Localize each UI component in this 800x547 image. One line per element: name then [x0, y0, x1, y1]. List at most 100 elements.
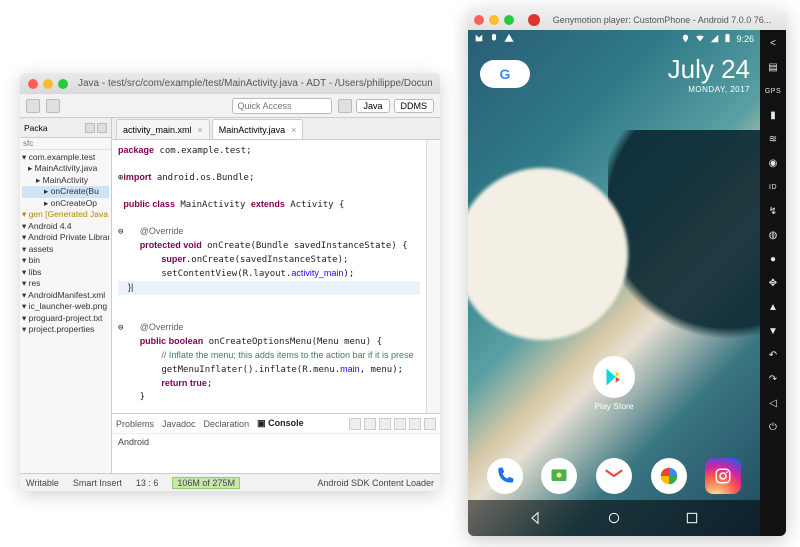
perspective-java[interactable]: Java — [356, 99, 389, 113]
tree-item[interactable]: ▸ MainActivity — [22, 175, 109, 186]
bottom-tab-console[interactable]: ▣ Console — [257, 418, 304, 429]
sidebar-wifi-button[interactable]: ≋ — [764, 130, 782, 148]
console-toolbar-icon[interactable] — [364, 418, 376, 430]
device-screen[interactable]: 9:26 July 24 MONDAY, 2017 G Play Store — [468, 30, 760, 536]
tree-item[interactable]: ▾ Android 4.4 — [22, 221, 109, 232]
zoom-window-button[interactable] — [58, 79, 68, 89]
perspective-ddms[interactable]: DDMS — [394, 99, 435, 113]
location-icon — [681, 34, 690, 45]
tree-item[interactable]: ▾ Android Private Libraries — [22, 232, 109, 243]
close-icon[interactable]: × — [291, 125, 296, 135]
tree-item[interactable]: ▾ com.example.test — [22, 152, 109, 163]
dock-app-messages[interactable] — [541, 458, 577, 494]
perspective-switcher: Java DDMS — [338, 99, 434, 113]
bottom-tab-problems[interactable]: Problems — [116, 419, 154, 429]
nav-home-button[interactable] — [604, 508, 624, 528]
nav-back-button[interactable] — [526, 508, 546, 528]
sidebar-camera-button[interactable]: ◉ — [764, 154, 782, 172]
tree-item[interactable]: ▾ libs — [22, 267, 109, 278]
bug-notif-icon — [489, 33, 499, 45]
zoom-window-button[interactable] — [504, 15, 514, 25]
open-perspective-icon[interactable] — [338, 99, 352, 113]
minimize-icon[interactable] — [97, 123, 107, 133]
minimize-window-button[interactable] — [43, 79, 53, 89]
ide-titlebar[interactable]: Java - test/src/com/example/test/MainAct… — [20, 73, 440, 94]
sidebar-back-button[interactable]: ◁ — [764, 394, 782, 412]
tree-item[interactable]: ▸ onCreate(Bu — [22, 186, 109, 197]
close-window-button[interactable] — [474, 15, 484, 25]
console-toolbar-icon[interactable] — [409, 418, 421, 430]
bottom-tab-declaration[interactable]: Declaration — [204, 419, 250, 429]
editor-tab[interactable]: activity_main.xml× — [116, 119, 210, 139]
console-toolbar-icon[interactable] — [379, 418, 391, 430]
tree-item[interactable]: ▾ bin — [22, 255, 109, 266]
wifi-icon — [695, 33, 705, 45]
sidebar-open-button[interactable]: ▤ — [764, 58, 782, 76]
tree-item[interactable]: ▾ assets — [22, 244, 109, 255]
play-store-label: Play Store — [594, 401, 633, 411]
genymotion-window: Genymotion player: CustomPhone - Android… — [468, 10, 786, 536]
explorer-tree: ▾ com.example.test▸ MainActivity.java▸ M… — [20, 150, 111, 338]
sidebar-battery-button[interactable]: ▮ — [764, 106, 782, 124]
sidebar-share-button[interactable]: < — [764, 34, 782, 52]
bottom-tab-javadoc[interactable]: Javadoc — [162, 419, 196, 429]
android-status-bar[interactable]: 9:26 — [468, 30, 760, 48]
console-toolbar-icon[interactable] — [394, 418, 406, 430]
status-line-col: 13 : 6 — [136, 478, 159, 488]
clock-text: 9:26 — [736, 34, 754, 44]
status-heap[interactable]: 106M of 275M — [172, 477, 240, 489]
play-store-icon — [593, 356, 635, 398]
geny-logo-icon — [528, 14, 540, 26]
tree-item[interactable]: ▸ onCreateOp — [22, 198, 109, 209]
dock-app-photos[interactable] — [651, 458, 687, 494]
signal-icon — [710, 34, 719, 45]
sidebar-rotate-left-button[interactable]: ↶ — [764, 346, 782, 364]
editor-tab[interactable]: MainActivity.java× — [212, 119, 304, 139]
eclipse-ide-window: Java - test/src/com/example/test/MainAct… — [20, 73, 440, 491]
console-toolbar-icon[interactable] — [349, 418, 361, 430]
minimize-window-button[interactable] — [489, 15, 499, 25]
dock-app-instagram[interactable] — [705, 458, 741, 494]
google-search-pill[interactable]: G — [480, 60, 530, 88]
tree-item[interactable]: ▾ res — [22, 278, 109, 289]
sidebar-rotate-right-button[interactable]: ↷ — [764, 370, 782, 388]
sidebar-id-button[interactable]: ID — [764, 178, 782, 196]
sidebar-disk-button[interactable]: ◍ — [764, 226, 782, 244]
emu-titlebar[interactable]: Genymotion player: CustomPhone - Android… — [468, 10, 786, 30]
overview-ruler[interactable] — [426, 140, 440, 413]
tree-item[interactable]: ▸ MainActivity.java — [22, 163, 109, 174]
code-editor[interactable]: package com.example.test; ⊕import androi… — [112, 140, 426, 413]
sidebar-gps-button[interactable]: GPS — [764, 82, 782, 100]
genymotion-sidebar: < ▤ GPS ▮ ≋ ◉ ID ↯ ◍ ● ✥ ▲ ▼ ↶ ↷ ◁ ⏻ — [760, 30, 786, 536]
sidebar-volume-up-button[interactable]: ▲ — [764, 298, 782, 316]
sidebar-dpad-button[interactable]: ✥ — [764, 274, 782, 292]
sidebar-volume-down-button[interactable]: ▼ — [764, 322, 782, 340]
sidebar-mic-button[interactable]: ● — [764, 250, 782, 268]
package-explorer[interactable]: Packa sfc ▾ com.example.test▸ MainActivi… — [20, 118, 112, 473]
ide-toolbar: Java DDMS — [20, 94, 440, 118]
gmail-notif-icon — [474, 33, 484, 45]
close-icon[interactable]: × — [198, 125, 203, 135]
tree-item[interactable]: ▾ proguard-project.txt — [22, 313, 109, 324]
quick-access-input[interactable] — [232, 98, 332, 114]
tree-item[interactable]: ▾ AndroidManifest.xml — [22, 290, 109, 301]
play-store-shortcut[interactable]: Play Store — [593, 356, 635, 411]
tree-item[interactable]: ▾ project.properties — [22, 324, 109, 335]
dock-app-gmail[interactable] — [596, 458, 632, 494]
view-menu-icon[interactable] — [85, 123, 95, 133]
status-smart-insert: Smart Insert — [73, 478, 122, 488]
home-date-widget[interactable]: July 24 MONDAY, 2017 — [668, 54, 750, 94]
nav-recents-button[interactable] — [682, 508, 702, 528]
sidebar-network-button[interactable]: ↯ — [764, 202, 782, 220]
sidebar-power-button[interactable]: ⏻ — [764, 418, 782, 436]
dock-app-phone[interactable] — [487, 458, 523, 494]
status-writable: Writable — [26, 478, 59, 488]
tree-item[interactable]: ▾ ic_launcher-web.png — [22, 301, 109, 312]
close-window-button[interactable] — [28, 79, 38, 89]
toolbar-icon[interactable] — [26, 99, 40, 113]
toolbar-icon[interactable] — [46, 99, 60, 113]
console-toolbar-icon[interactable] — [424, 418, 436, 430]
package-explorer-tab[interactable]: Packa — [20, 118, 111, 138]
console-output: Android — [112, 434, 440, 450]
tree-item[interactable]: ▾ gen [Generated Java File — [22, 209, 109, 220]
